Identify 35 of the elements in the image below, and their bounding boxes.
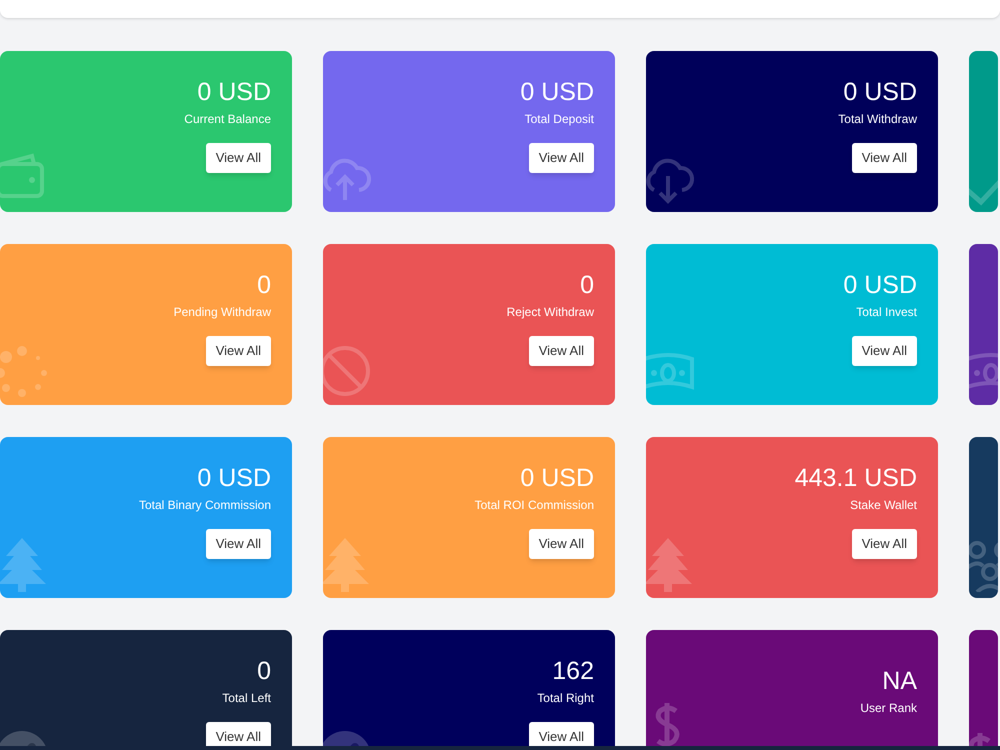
ban-icon — [323, 343, 373, 399]
stat-label: Total Binary Commission — [138, 497, 271, 513]
stat-label: Total Deposit — [524, 111, 594, 127]
stat-value: 443.1 USD — [794, 463, 917, 493]
stat-label: User Rank — [860, 700, 917, 716]
stat-value: 162 — [552, 656, 594, 686]
view-all-button[interactable]: View All — [206, 143, 271, 173]
view-all-button[interactable]: View All — [206, 529, 271, 559]
stat-label: Total Left — [222, 690, 271, 706]
stat-value: 0 USD — [197, 77, 271, 107]
view-all-button[interactable]: View All — [528, 336, 594, 366]
stat-label: Current Balance — [184, 111, 271, 127]
view-all-button[interactable]: View All — [528, 143, 594, 173]
view-all-button[interactable]: View All — [852, 336, 917, 366]
spinner-icon — [0, 343, 50, 399]
stat-value: 0 — [580, 270, 594, 300]
view-all-button[interactable]: View All — [852, 143, 917, 173]
stat-label: Total Right — [537, 690, 594, 706]
stat-value: 0 — [257, 656, 271, 686]
stat-label: Total Invest — [856, 304, 917, 320]
stat-value: 0 — [257, 270, 271, 300]
stat-value: 0 USD — [843, 270, 917, 300]
stat-label: Total ROI Commission — [474, 497, 594, 513]
stat-label: Total Withdraw — [838, 111, 917, 127]
stat-value: 0 USD — [843, 77, 917, 107]
view-all-button[interactable]: View All — [206, 336, 271, 366]
stat-label: Pending Withdraw — [174, 304, 271, 320]
stat-value: NA — [882, 666, 917, 696]
stat-value: 0 USD — [520, 77, 594, 107]
stat-label: Stake Wallet — [850, 497, 917, 513]
view-all-button[interactable]: View All — [852, 529, 917, 559]
stat-label: Reject Withdraw — [506, 304, 594, 320]
stat-value: 0 USD — [197, 463, 271, 493]
stat-value: 0 USD — [520, 463, 594, 493]
view-all-button[interactable]: View All — [528, 529, 594, 559]
